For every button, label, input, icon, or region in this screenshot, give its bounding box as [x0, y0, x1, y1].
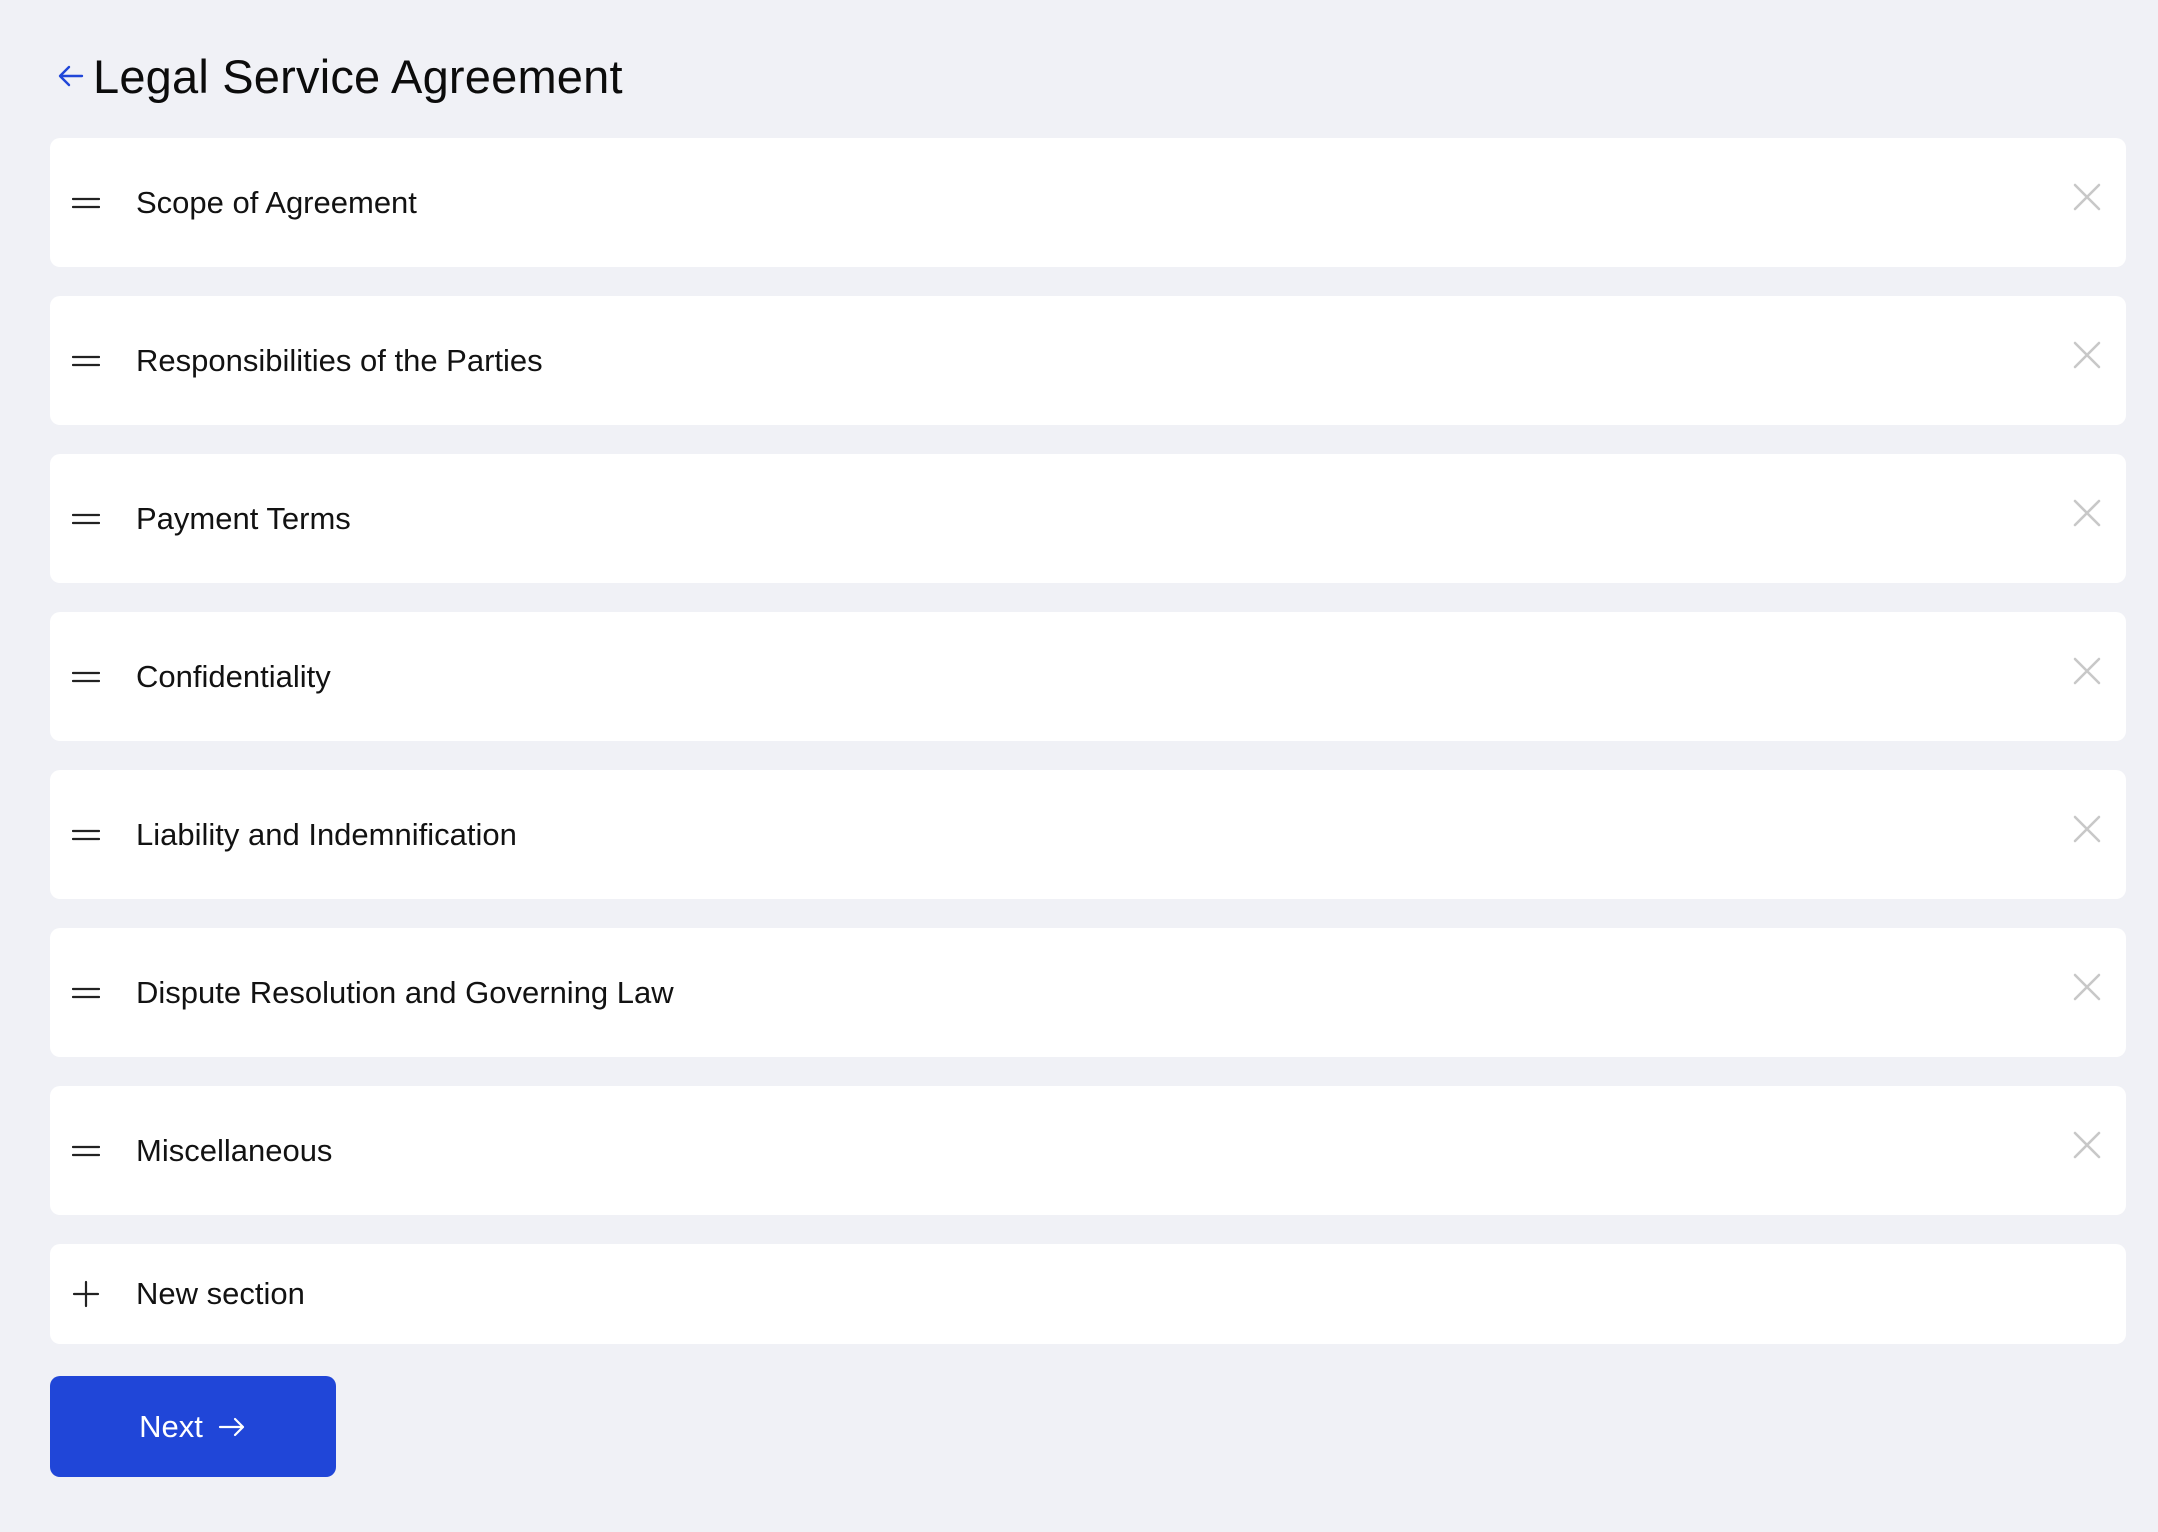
section-list: Scope of Agreement Responsibilities of t…: [50, 138, 2126, 1344]
section-row[interactable]: Liability and Indemnification: [50, 770, 2126, 899]
page-header: Legal Service Agreement: [55, 40, 623, 112]
drag-handle-icon[interactable]: [71, 825, 101, 845]
close-icon[interactable]: [2072, 814, 2102, 844]
section-label[interactable]: Responsibilities of the Parties: [136, 343, 543, 379]
drag-handle-icon[interactable]: [71, 667, 101, 687]
section-row[interactable]: Confidentiality: [50, 612, 2126, 741]
section-label[interactable]: Dispute Resolution and Governing Law: [136, 975, 674, 1011]
close-icon[interactable]: [2072, 340, 2102, 370]
drag-handle-icon[interactable]: [71, 1141, 101, 1161]
section-row[interactable]: Scope of Agreement: [50, 138, 2126, 267]
drag-handle-icon[interactable]: [71, 983, 101, 1003]
arrow-right-icon: [217, 1412, 247, 1442]
next-button-label: Next: [139, 1408, 203, 1444]
next-button[interactable]: Next: [50, 1376, 336, 1477]
drag-handle-icon[interactable]: [71, 193, 101, 213]
arrow-left-icon[interactable]: [55, 60, 87, 92]
close-icon[interactable]: [2072, 498, 2102, 528]
close-icon[interactable]: [2072, 656, 2102, 686]
close-icon[interactable]: [2072, 1130, 2102, 1160]
section-label[interactable]: Confidentiality: [136, 659, 331, 695]
drag-handle-icon[interactable]: [71, 351, 101, 371]
section-label[interactable]: Scope of Agreement: [136, 185, 417, 221]
close-icon[interactable]: [2072, 182, 2102, 212]
close-icon[interactable]: [2072, 972, 2102, 1002]
new-section-button[interactable]: New section: [50, 1244, 2126, 1344]
section-label[interactable]: Liability and Indemnification: [136, 817, 517, 853]
section-row[interactable]: Payment Terms: [50, 454, 2126, 583]
section-label[interactable]: Payment Terms: [136, 501, 351, 537]
section-row[interactable]: Dispute Resolution and Governing Law: [50, 928, 2126, 1057]
section-row[interactable]: Miscellaneous: [50, 1086, 2126, 1215]
new-section-label: New section: [136, 1276, 305, 1311]
plus-icon: [72, 1280, 100, 1308]
section-label[interactable]: Miscellaneous: [136, 1133, 332, 1169]
page-title: Legal Service Agreement: [93, 49, 623, 103]
section-row[interactable]: Responsibilities of the Parties: [50, 296, 2126, 425]
drag-handle-icon[interactable]: [71, 509, 101, 529]
